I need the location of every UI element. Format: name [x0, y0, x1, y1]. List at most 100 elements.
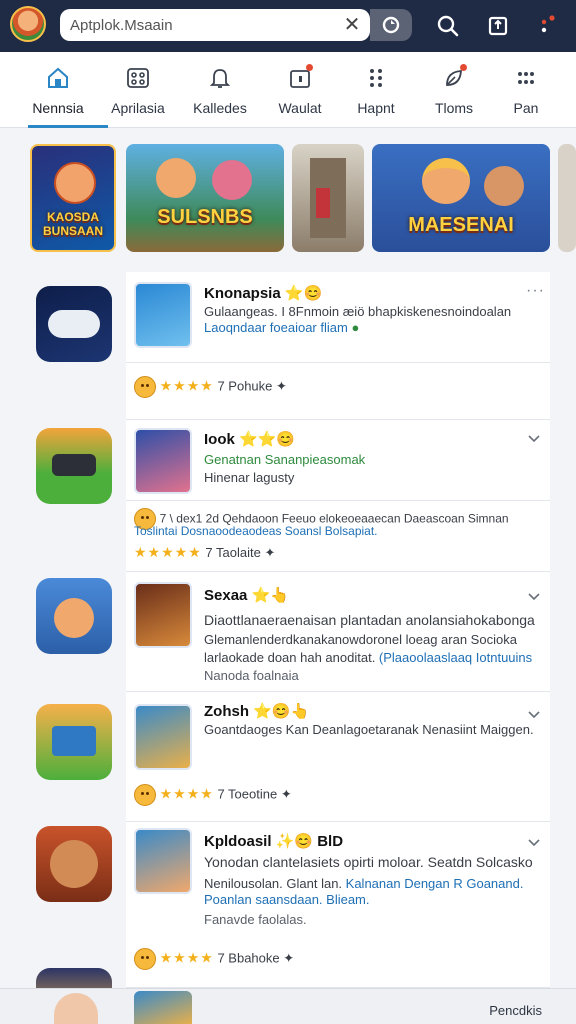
rating-count: 7 Bbahoke — [217, 950, 280, 966]
banner-shape — [52, 726, 96, 756]
app-icon — [134, 704, 192, 770]
featured-banner-carousel: KAOSDA BUNSAAN SULSNBS MAESENAI — [0, 140, 576, 256]
tab-apps[interactable]: Aprilasia — [100, 52, 176, 128]
app-icon — [134, 282, 192, 348]
tab-notifications[interactable]: Kalledes — [182, 52, 258, 128]
notification-dot — [306, 64, 313, 71]
banner-card[interactable]: KAOSDA BUNSAAN — [30, 144, 116, 252]
emoji-icon — [134, 376, 156, 398]
tab-label: Pan — [513, 100, 539, 116]
note-text: Toslintai Dosnaoodeaodeas Soansl Bolsapi… — [134, 524, 378, 538]
more-vertical-icon[interactable] — [532, 12, 560, 40]
chevron-down-icon[interactable] — [526, 588, 542, 604]
search-icon[interactable] — [434, 12, 462, 40]
rating-count: 7 Toeotine — [217, 786, 278, 802]
list-item[interactable]: Iook ⭐⭐😊 Genatnan Sananpieasomak Hinenar… — [126, 420, 550, 572]
refresh-icon — [382, 16, 400, 34]
banner-card[interactable]: MAESENAI — [372, 144, 550, 252]
side-game-icon[interactable] — [36, 578, 112, 654]
profile-avatar[interactable] — [10, 6, 46, 42]
banner-card[interactable] — [292, 144, 364, 252]
character-face — [484, 166, 524, 206]
tab-label: Nennsia — [32, 100, 84, 116]
avatar[interactable] — [54, 993, 98, 1024]
character-face — [212, 160, 252, 200]
divider — [126, 362, 550, 363]
tab-items[interactable]: Tloms — [416, 52, 492, 128]
clear-icon[interactable]: ✕ — [340, 13, 364, 37]
rating-count: 7 Pohuke — [217, 378, 273, 394]
category-tab-bar: Nennsia Aprilasia Kalledes Waulat Hapnt … — [0, 52, 576, 128]
app-description: Fanavde faolalas. — [204, 912, 307, 927]
banner-card-partial[interactable] — [558, 144, 576, 252]
rating-count: 7 Taolaite — [205, 545, 261, 560]
rating-row: ★★★★ 7 Pohuke ✦ — [134, 376, 287, 398]
search-submit-button[interactable] — [370, 9, 412, 41]
tab-apps-grid[interactable]: Hapnt — [338, 52, 414, 128]
share-icon[interactable] — [484, 12, 512, 40]
list-item[interactable]: Sexaa ⭐👆 Diaottlanaeraenaisan plantadan … — [126, 572, 550, 692]
app-description: Nanoda foalnaia — [204, 668, 299, 683]
thumb-icon[interactable]: ✦ — [264, 545, 275, 560]
app-name: Zohsh ⭐😊👆 — [204, 703, 310, 720]
app-description: larlaokade doan hah anoditat. (Plaaoolaa… — [204, 650, 533, 665]
rating-stars: ★★★★ — [159, 377, 214, 394]
search-box[interactable]: ✕ — [60, 9, 370, 41]
character-face — [54, 598, 94, 638]
list-item[interactable]: Kpldoasil ✨😊 BlD Yonodan clantelasiets o… — [126, 822, 550, 988]
list-item[interactable]: Zohsh ⭐😊👆 Goantdaoges Kan Deanlagoetaran… — [126, 692, 550, 822]
rating-stars: ★★★★★ — [134, 544, 202, 560]
tab-more[interactable]: Pan — [488, 52, 564, 128]
app-name: Iook ⭐⭐😊 — [204, 431, 296, 448]
gamepad-icon — [52, 454, 96, 476]
app-description: Genatnan Sananpieasomak — [204, 452, 366, 467]
app-description: Poanlan saansdaan. Blieam. — [204, 892, 370, 907]
emoji-icon — [134, 948, 156, 970]
tab-label: Kalledes — [193, 100, 247, 116]
divider — [126, 500, 550, 501]
chevron-down-icon[interactable] — [526, 430, 542, 446]
rating-row: ★★★★ 7 Toeotine ✦ — [134, 784, 292, 806]
app-icon — [134, 828, 192, 894]
side-game-icon[interactable] — [36, 704, 112, 780]
rating-stars: ★★★★ — [159, 949, 214, 966]
grid-icon — [127, 68, 149, 88]
thumb-icon[interactable]: ✦ — [276, 378, 287, 393]
side-game-icon[interactable] — [36, 428, 112, 504]
chevron-down-icon[interactable] — [526, 834, 542, 850]
list-item[interactable]: Knonapsia ⭐😊 Gulaangeas. I 8Fnmoin æiö b… — [126, 272, 550, 420]
apps-icon — [370, 69, 382, 87]
thumb-icon[interactable]: ✦ — [283, 950, 294, 965]
bottom-label[interactable]: Pencdkis — [489, 1003, 542, 1018]
chevron-down-icon[interactable] — [526, 706, 542, 722]
more-options-icon[interactable]: ··· — [526, 282, 545, 300]
app-description: Diaottlanaeraenaisan plantadan anolansia… — [204, 612, 535, 628]
home-icon — [48, 67, 68, 88]
notification-dot — [460, 64, 467, 71]
app-description: Nenilousolan. Glant lan. Kalnanan Dengan… — [204, 876, 524, 891]
app-description: Hinenar lagusty — [204, 470, 295, 485]
app-icon[interactable] — [134, 991, 192, 1024]
side-game-icon[interactable] — [36, 826, 112, 902]
rating-row: ★★★★★ 7 Taolaite ✦ — [134, 544, 275, 566]
side-game-icon[interactable] — [36, 286, 112, 362]
tab-wallet[interactable]: Waulat — [262, 52, 338, 128]
tab-home[interactable]: Nennsia — [20, 52, 108, 128]
tab-label: Waulat — [278, 100, 322, 116]
banner-title: SULSNBS — [157, 206, 253, 228]
character-face — [422, 158, 470, 204]
banner-card[interactable]: SULSNBS — [126, 144, 284, 252]
app-name: Sexaa ⭐👆 — [204, 587, 289, 604]
gamepad-icon — [48, 310, 100, 338]
rating-row: ★★★★ 7 Bbahoke ✦ — [134, 948, 294, 970]
tab-label: Aprilasia — [111, 100, 165, 116]
emoji-icon — [134, 784, 156, 806]
app-name: Knonapsia ⭐😊 — [204, 285, 323, 302]
thumb-icon[interactable]: ✦ — [281, 786, 292, 801]
app-description: Laoqndaar foeaioar fliam ● — [204, 320, 360, 335]
bell-icon — [209, 69, 231, 88]
search-input[interactable] — [70, 14, 330, 36]
app-icon — [134, 582, 192, 648]
app-description: Gulaangeas. I 8Fnmoin æiö bhapkiskenesno… — [204, 304, 512, 319]
app-name: Kpldoasil ✨😊 BlD — [204, 833, 344, 850]
